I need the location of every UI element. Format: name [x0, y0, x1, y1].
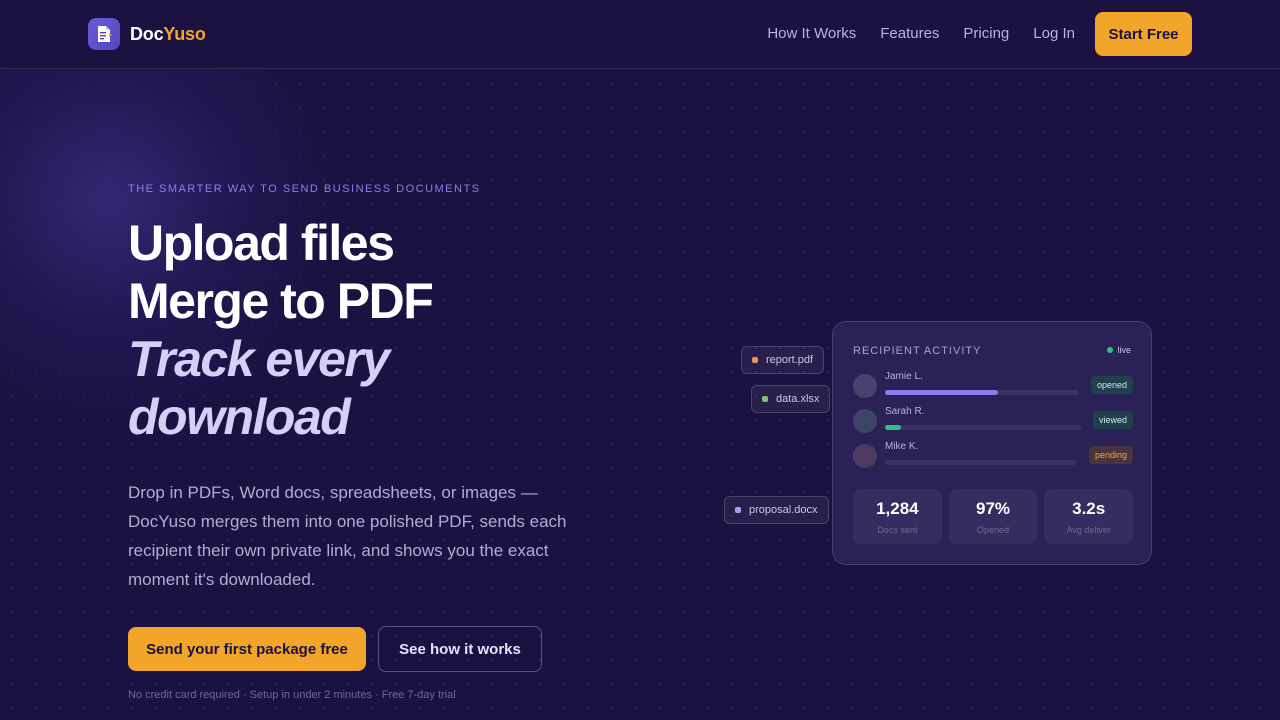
top-nav: DocYuso How It Works Features Pricing Lo…	[0, 0, 1280, 69]
headline-line-1: Upload files	[128, 215, 395, 271]
stat-label: Opened	[976, 525, 1010, 535]
file-chip: data.xlsx	[751, 385, 831, 413]
headline-line-3: Track every	[128, 331, 390, 387]
nav-links: How It Works Features Pricing Log In Sta…	[767, 12, 1192, 56]
stat-avg-deliver: 3.2s Avg deliver	[1044, 489, 1134, 544]
recipient-activity-card: RECIPIENT ACTIVITY live Jamie L. opened …	[832, 321, 1152, 565]
recipient-name: Jamie L.	[885, 371, 923, 382]
recipient-name: Sarah R.	[885, 406, 925, 417]
nav-link-features[interactable]: Features	[880, 12, 939, 56]
headline-line-4: download	[128, 389, 351, 445]
file-dot-icon	[752, 357, 758, 363]
stat-label: Avg deliver	[1066, 525, 1111, 535]
file-chip: report.pdf	[741, 346, 825, 374]
hero-headline: Upload files Merge to PDF Track every do…	[128, 214, 434, 446]
progress-track	[885, 390, 1079, 395]
live-indicator: live	[1107, 345, 1131, 355]
brand-name-part1: Doc	[130, 23, 164, 44]
stat-docs-sent: 1,284 Docs sent	[853, 489, 942, 544]
file-chip-label: data.xlsx	[776, 393, 820, 405]
landing-page: DocYuso How It Works Features Pricing Lo…	[0, 0, 1280, 720]
avatar	[853, 444, 877, 468]
progress-track	[885, 425, 1081, 430]
brand-name: DocYuso	[130, 24, 206, 45]
status-badge: opened	[1090, 376, 1133, 394]
hero-description: Drop in PDFs, Word docs, spreadsheets, o…	[128, 483, 567, 589]
recipient-row: Sarah R. viewed	[853, 406, 1133, 434]
headline-line-2: Merge to PDF	[128, 273, 434, 329]
stats-row: 1,284 Docs sent 97% Opened 3.2s Avg deli…	[853, 489, 1134, 544]
logo[interactable]: DocYuso	[88, 18, 206, 50]
stat-opened: 97% Opened	[948, 489, 1038, 544]
stat-value: 1,284	[876, 499, 919, 518]
stat-value: 97%	[975, 499, 1011, 518]
hero-fineprint: No credit card required · Setup in under…	[128, 689, 456, 701]
avatar	[853, 409, 877, 433]
recipient-row: Mike K. pending	[853, 441, 1133, 469]
file-chip-label: proposal.docx	[749, 504, 818, 516]
avatar	[853, 374, 877, 398]
stat-value: 3.2s	[1072, 499, 1106, 518]
progress-fill	[885, 425, 901, 430]
file-chip: proposal.docx	[724, 496, 829, 524]
nav-link-pricing[interactable]: Pricing	[963, 12, 1009, 56]
document-arrow-icon	[88, 18, 120, 50]
progress-fill	[885, 390, 998, 395]
brand-name-part2: Yuso	[163, 23, 206, 44]
nav-link-how-it-works[interactable]: How It Works	[767, 12, 856, 56]
live-label: live	[1117, 345, 1131, 355]
live-dot-icon	[1107, 347, 1114, 353]
file-dot-icon	[762, 396, 768, 402]
card-title: RECIPIENT ACTIVITY	[853, 345, 982, 357]
see-how-it-works-button[interactable]: See how it works	[378, 626, 542, 672]
nav-link-log-in[interactable]: Log In	[1033, 12, 1075, 56]
send-first-package-button[interactable]: Send your first package free	[128, 627, 366, 671]
status-badge: pending	[1088, 446, 1133, 464]
status-badge: viewed	[1092, 411, 1133, 429]
hero-eyebrow: THE SMARTER WAY TO SEND BUSINESS DOCUMEN…	[128, 183, 481, 195]
start-free-button[interactable]: Start Free	[1095, 12, 1192, 56]
file-chip-label: report.pdf	[766, 354, 814, 366]
stat-label: Docs sent	[877, 525, 918, 535]
file-dot-icon	[735, 507, 741, 513]
recipient-name: Mike K.	[885, 441, 919, 452]
recipient-row: Jamie L. opened	[853, 371, 1133, 399]
progress-track	[885, 460, 1076, 465]
